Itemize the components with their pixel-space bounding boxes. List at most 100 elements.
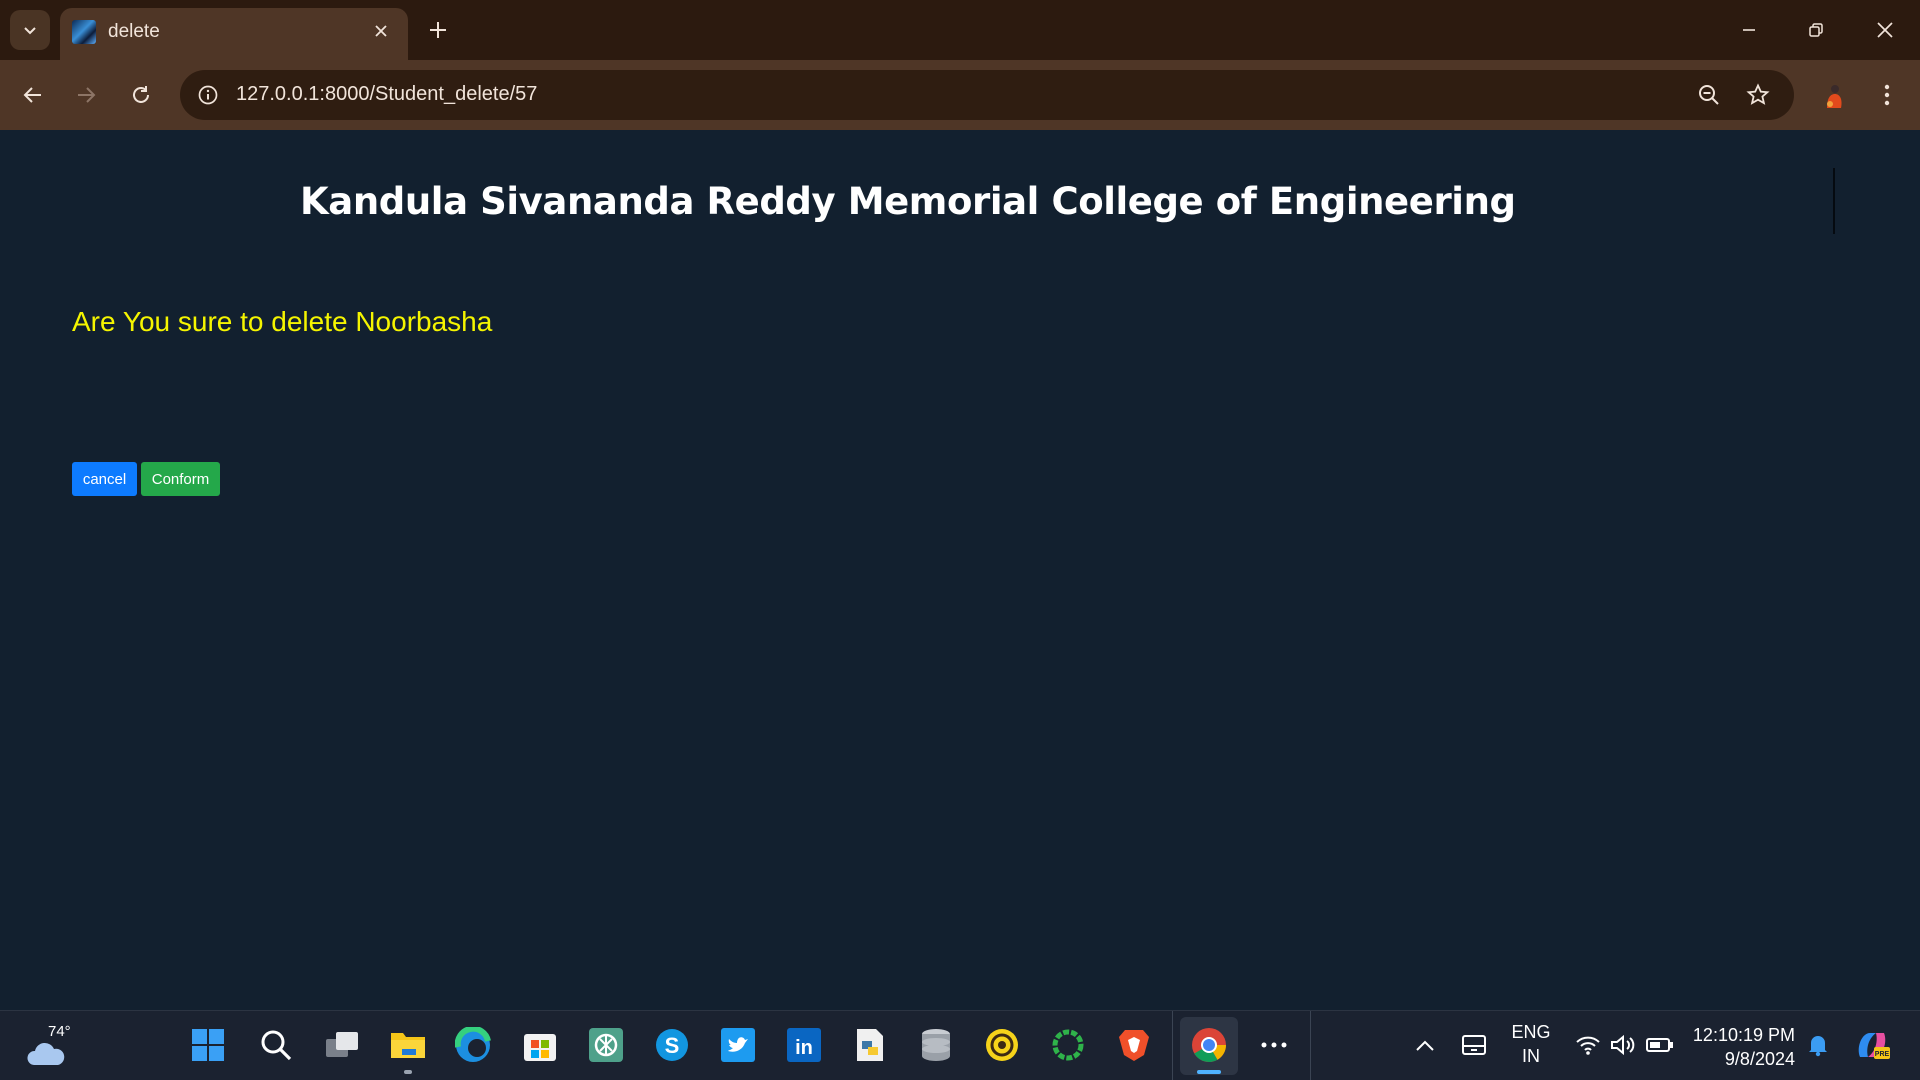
confirm-delete-button[interactable]: Conform — [141, 462, 220, 496]
input-region: IN — [1522, 1046, 1540, 1066]
chevron-up-icon — [1416, 1040, 1434, 1051]
zoom-button[interactable] — [1693, 79, 1725, 111]
avatar-icon — [1827, 85, 1842, 108]
page-title: Kandula Sivananda Reddy Memorial College… — [300, 180, 1516, 223]
wifi-button[interactable] — [1568, 1025, 1608, 1065]
bell-icon — [1809, 1036, 1827, 1057]
tab-title: delete — [108, 21, 160, 42]
tab-search-button[interactable] — [10, 10, 50, 50]
battery-button[interactable] — [1640, 1025, 1680, 1065]
cloud-icon — [27, 1042, 65, 1065]
reload-button[interactable] — [121, 75, 161, 115]
more-vertical-icon — [1884, 84, 1890, 106]
tab-close-button[interactable] — [368, 18, 394, 44]
browser-tab[interactable]: delete — [60, 8, 408, 60]
info-icon — [198, 85, 218, 105]
minimize-button[interactable] — [1727, 10, 1771, 50]
battery-icon — [1646, 1038, 1673, 1052]
new-tab-button[interactable] — [422, 14, 454, 46]
python-icon — [857, 1029, 883, 1061]
delete-confirmation-message: Are You sure to delete Noorbasha — [72, 306, 493, 337]
svg-text:S: S — [665, 1033, 680, 1058]
store-icon — [524, 1034, 556, 1061]
system-clock[interactable]: 12:10:19 PM 9/8/2024 — [1693, 1023, 1795, 1071]
skype-icon: S — [656, 1029, 688, 1061]
browser-toolbar: 127.0.0.1:8000/Student_delete/57 — [0, 60, 1920, 130]
chrome-button[interactable] — [1189, 1025, 1229, 1065]
volume-button[interactable] — [1603, 1025, 1643, 1065]
back-button[interactable] — [13, 75, 53, 115]
address-bar[interactable]: 127.0.0.1:8000/Student_delete/57 — [180, 70, 1794, 120]
clock-time: 12:10:19 PM — [1692, 1025, 1795, 1045]
more-apps-button[interactable] — [1254, 1025, 1294, 1065]
twitter-icon — [721, 1028, 755, 1062]
close-icon — [1877, 22, 1893, 38]
brave-icon — [1119, 1030, 1149, 1061]
cancel-button[interactable]: cancel — [72, 462, 137, 496]
folder-icon — [391, 1033, 425, 1058]
show-hidden-icons-button[interactable] — [1405, 1025, 1445, 1065]
copilot-icon: PRE — [1858, 1033, 1890, 1059]
file-explorer-button[interactable] — [388, 1025, 428, 1065]
site-info-button[interactable] — [192, 79, 224, 111]
chrome-running-indicator — [1197, 1070, 1221, 1074]
windows-taskbar: 74° S in ENG IN 12:10:19 PM 9/8/2024 PRE — [0, 1010, 1920, 1080]
taskbar-search-button[interactable] — [256, 1025, 296, 1065]
more-horizontal-icon — [1261, 1042, 1287, 1048]
touch-keyboard-button[interactable] — [1454, 1025, 1494, 1065]
codechef-icon — [986, 1029, 1018, 1061]
arrow-right-icon — [78, 87, 96, 103]
taskbar-separator — [1172, 1011, 1173, 1080]
browser-tab-bar: delete — [0, 0, 1920, 60]
speaker-icon — [1611, 1034, 1635, 1056]
close-window-button[interactable] — [1863, 10, 1907, 50]
edge-icon — [455, 1027, 491, 1062]
notifications-button[interactable] — [1798, 1025, 1838, 1065]
edge-button[interactable] — [453, 1025, 493, 1065]
browser-menu-button[interactable] — [1870, 75, 1904, 115]
database-button[interactable] — [916, 1025, 956, 1065]
python-idle-button[interactable] — [850, 1025, 890, 1065]
bookmark-button[interactable] — [1742, 79, 1774, 111]
linkedin-icon: in — [787, 1028, 821, 1062]
twitter-button[interactable] — [718, 1025, 758, 1065]
svg-text:PRE: PRE — [1875, 1051, 1890, 1058]
profile-button[interactable] — [1816, 77, 1852, 113]
weather-widget[interactable]: 74° — [22, 1023, 72, 1071]
plus-icon — [430, 22, 446, 38]
chatgpt-icon — [589, 1028, 623, 1062]
input-language[interactable]: ENG — [1506, 1022, 1556, 1043]
url-text[interactable]: 127.0.0.1:8000/Student_delete/57 — [236, 83, 537, 106]
codechef-button[interactable] — [982, 1025, 1022, 1065]
minimize-icon — [1743, 29, 1755, 31]
reload-icon — [133, 86, 149, 103]
weather-temperature: 74° — [48, 1023, 71, 1040]
file-explorer-running-indicator — [404, 1070, 412, 1074]
taskbar-separator — [1310, 1011, 1311, 1080]
zoom-out-icon — [1699, 85, 1719, 105]
database-icon — [922, 1029, 950, 1061]
brave-button[interactable] — [1114, 1025, 1154, 1065]
wifi-icon — [1576, 1036, 1600, 1055]
arrow-left-icon — [23, 87, 41, 103]
restore-icon — [1809, 23, 1823, 37]
green-ring-app-button[interactable] — [1048, 1025, 1088, 1065]
restore-button[interactable] — [1794, 10, 1838, 50]
page-content: Kandula Sivananda Reddy Memorial College… — [0, 130, 1920, 1010]
chrome-icon — [1192, 1028, 1226, 1062]
text-cursor — [1833, 168, 1835, 234]
copilot-button[interactable]: PRE — [1852, 1025, 1892, 1065]
task-view-button[interactable] — [322, 1025, 362, 1065]
start-button[interactable] — [188, 1025, 228, 1065]
skype-button[interactable]: S — [652, 1025, 692, 1065]
keyboard-icon — [1462, 1035, 1486, 1055]
linkedin-button[interactable]: in — [784, 1025, 824, 1065]
ring-icon — [1052, 1029, 1084, 1061]
forward-button[interactable] — [66, 75, 106, 115]
close-icon — [375, 25, 387, 37]
svg-text:in: in — [795, 1037, 813, 1059]
clock-date: 9/8/2024 — [1724, 1049, 1795, 1069]
chevron-down-icon — [24, 27, 36, 35]
chatgpt-button[interactable] — [586, 1025, 626, 1065]
microsoft-store-button[interactable] — [520, 1025, 560, 1065]
